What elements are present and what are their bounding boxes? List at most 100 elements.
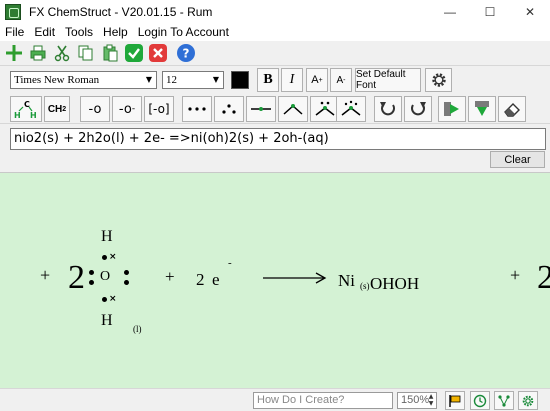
help-search-input[interactable]: How Do I Create? [253,392,393,409]
angle-bond-icon [283,104,303,115]
lone-pair-dot [124,270,129,275]
copy-icon[interactable] [76,43,96,63]
font-size-select[interactable]: 12 ▼ [162,71,224,89]
product-state-label: (s) [360,281,370,291]
lone-pair-horizontal-button[interactable] [182,96,212,122]
flag-icon [449,394,461,407]
main-toolbar: ? [0,41,550,66]
minimize-button[interactable]: — [430,0,470,23]
equation-input[interactable]: nio2(s) + 2h2o(l) + 2e- =>ni(oh)2(s) + 2… [10,128,546,150]
export-arrow-icon [444,102,459,116]
hydrogen-chain-button[interactable]: C H H [10,96,42,122]
lone-pair-dot [102,297,107,302]
lone-pair-dot [102,255,107,260]
lone-pair-diagonal-button[interactable] [214,96,244,122]
maximize-button[interactable]: ☐ [470,0,510,23]
undo-button[interactable] [374,96,402,122]
angle-bond-button[interactable] [278,96,308,122]
font-name-select[interactable]: Times New Roman ▼ [10,71,157,89]
app-logo-icon [5,3,21,20]
water-state-label: (l) [133,324,142,334]
chevron-down-icon: ▼ [212,75,220,84]
negative-charge-button[interactable]: -o - [112,96,142,122]
product-nickel: Ni [338,271,355,290]
single-bond-button[interactable]: -o [80,96,110,122]
electron-symbol: e [212,270,220,289]
shared-electron-cross: × [109,252,117,262]
lone-pair-horizontal-icon [188,107,206,111]
atom-hydrogen-bottom: H [101,312,113,329]
shared-electron-cross: × [109,294,117,304]
help-icon[interactable]: ? [176,43,196,63]
reaction-arrow-icon [263,272,327,284]
redo-button[interactable] [404,96,432,122]
hydroxide-coefficient: 2 [537,261,550,295]
svg-text:H: H [14,111,21,120]
zoom-spin-icon[interactable]: ▲ ▼ [426,393,436,408]
history-button[interactable] [470,391,490,410]
svg-text:?: ? [183,47,190,61]
settings-button[interactable] [425,68,452,92]
trigonal-button[interactable] [336,96,366,122]
chemistry-toolbar: C H H CH 2 -o -o - [-o] [0,94,550,124]
redo-icon [411,102,426,116]
plus-sign: + [40,265,51,285]
subscript-button[interactable]: A- [330,68,352,92]
drawing-canvas[interactable]: + 2 H × O × H (l) + 2 e - Ni (s) OHOH + … [0,172,550,388]
lone-pair-dot [89,270,94,275]
clock-icon [473,394,487,407]
lone-pair-dot [89,280,94,285]
electron-coefficient: 2 [196,270,205,289]
paste-icon[interactable] [100,43,120,63]
chevron-down-icon: ▼ [145,75,153,84]
bond-line-button[interactable] [246,96,276,122]
new-icon[interactable] [4,43,24,63]
gear-icon [522,395,534,406]
close-button[interactable]: ✕ [510,0,550,23]
lone-pair-dot [124,280,129,285]
menu-edit[interactable]: Edit [29,25,60,39]
angle-lone-pair-icon [315,101,335,116]
zoom-stepper[interactable]: 150% ▲ ▼ [397,392,437,409]
trigonal-icon [341,100,361,116]
zoom-value: 150% [401,394,430,406]
text-color-swatch[interactable] [231,71,249,89]
status-bar: How Do I Create? 150% ▲ ▼ [0,388,550,411]
structure-view-button[interactable] [494,391,514,410]
molecule-icon [498,394,510,407]
ch2-button[interactable]: CH 2 [44,96,70,122]
menu-file[interactable]: File [0,25,29,39]
flag-button[interactable] [445,391,465,410]
eraser-icon [504,103,520,117]
export-button[interactable] [438,96,466,122]
electron-charge: - [228,257,232,269]
menu-bar: File Edit Tools Help Login To Account [0,23,550,41]
print-icon[interactable] [28,43,48,63]
set-default-font-button[interactable]: Set Default Font [355,68,421,92]
product-hydroxide: OHOH [370,274,420,293]
cut-icon[interactable] [52,43,72,63]
water-coefficient: 2 [68,259,85,296]
atom-hydrogen-top: H [101,228,113,245]
font-size-value: 12 [166,74,177,86]
eraser-button[interactable] [498,96,526,122]
bold-button[interactable]: B [257,68,279,92]
superscript-button[interactable]: A + [306,68,328,92]
plus-sign: + [510,265,521,285]
preferences-button[interactable] [518,391,538,410]
plus-sign: + [165,267,175,286]
atom-oxygen: O [100,269,111,284]
menu-login[interactable]: Login To Account [133,25,234,39]
bond-line-icon [251,107,271,111]
gear-icon [431,73,446,87]
download-button[interactable] [468,96,496,122]
cancel-icon[interactable] [148,43,168,63]
download-arrow-icon [475,101,489,116]
lone-pair-diagonal-icon [222,104,236,114]
clear-button[interactable]: Clear [490,151,545,168]
menu-help[interactable]: Help [98,25,133,39]
italic-button[interactable]: I [281,68,303,92]
menu-tools[interactable]: Tools [60,25,98,39]
bracket-button[interactable]: [-o] [144,96,174,122]
accept-icon[interactable] [124,43,144,63]
